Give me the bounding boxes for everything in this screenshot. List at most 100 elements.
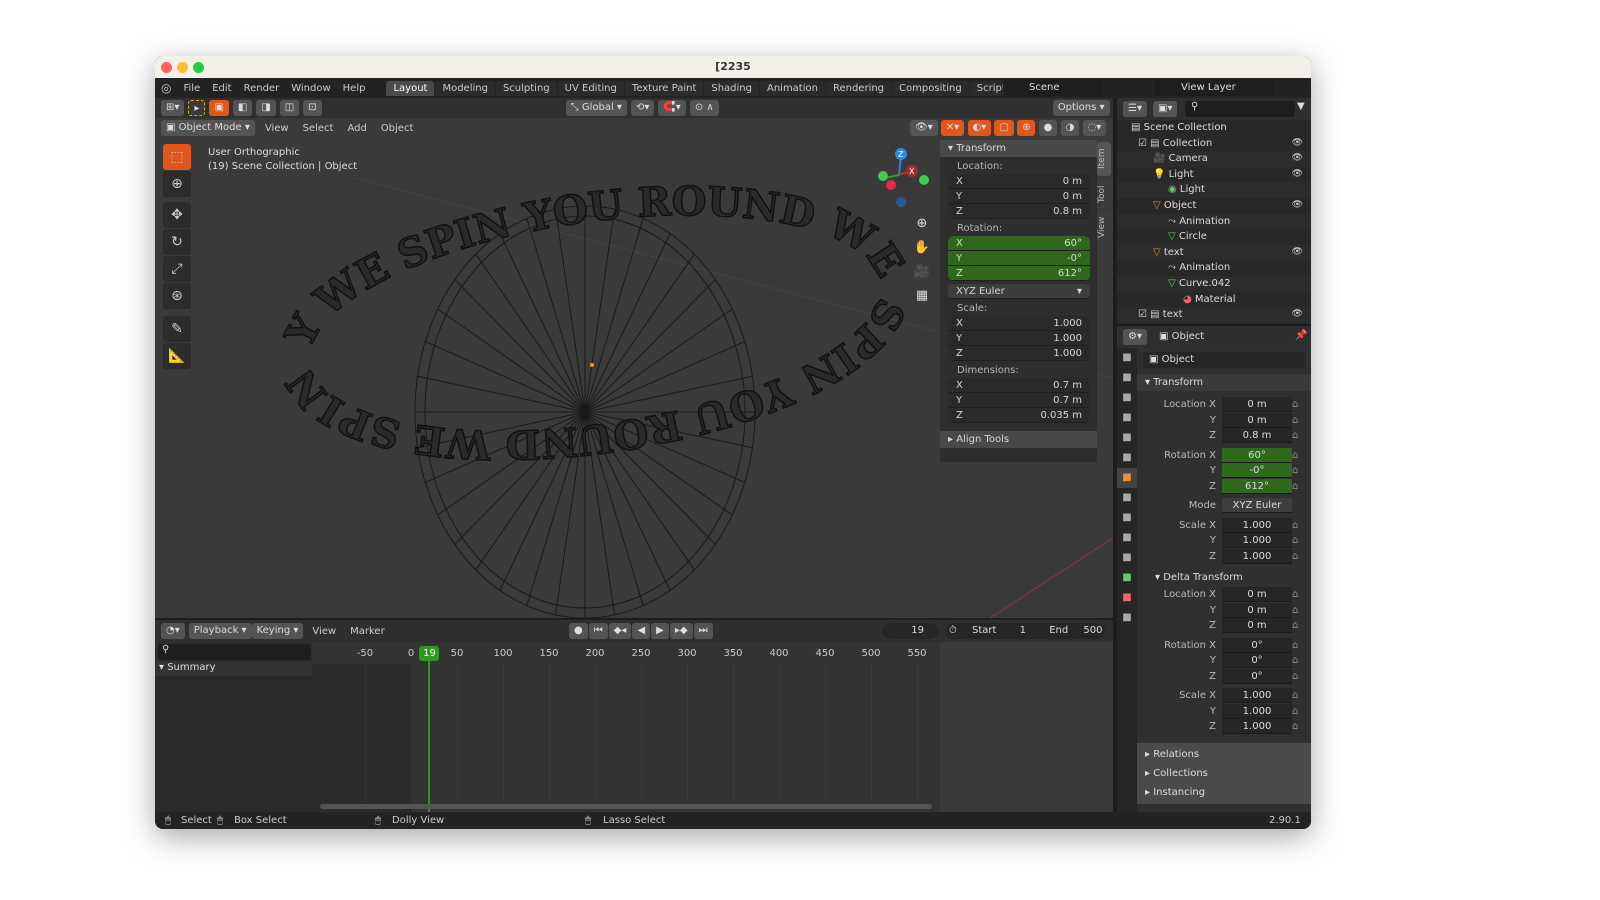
dimensions-y-field[interactable]: Y 0.7 m [948,393,1090,408]
checkbox-icon[interactable]: ☑ [1138,309,1150,320]
eye-icon[interactable]: 👁 [1292,151,1303,167]
scale-y-field[interactable]: Y 1.000 [948,331,1090,346]
view-layer-tab-icon[interactable]: ■ [1117,408,1137,428]
filter-icon[interactable]: ▼ [1297,101,1305,112]
panel-instancing[interactable]: ▸ Instancing [1137,783,1311,802]
eye-icon[interactable]: 👁 [1292,136,1303,152]
timeline-marker-menu[interactable]: Marker [345,626,390,637]
outliner-row-object[interactable]: ▽ Object 👁 [1117,198,1311,214]
scene-tab-icon[interactable]: ■ [1117,428,1137,448]
gizmo-neg-y-axis[interactable] [919,175,929,185]
rotation-mode-dropdown[interactable]: XYZ Euler ▾ [948,284,1090,299]
filter-layer-dropdown[interactable]: ▣▾ [1153,101,1178,117]
transform-panel-header[interactable]: ▾ Transform [940,140,1097,157]
delta-transform-header[interactable]: ▾ Delta Transform [1137,568,1311,587]
keying-menu[interactable]: Keying ▾ [251,623,304,639]
lock-icon[interactable]: ⌂ [1292,520,1298,531]
playback-menu[interactable]: Playback ▾ [188,623,252,639]
render-tab-icon[interactable]: ■ [1117,368,1137,388]
tab-texture-paint[interactable]: Texture Paint [624,80,704,96]
location-x-field[interactable]: X 0 m [948,174,1090,189]
world-tab-icon[interactable]: ■ [1117,448,1137,468]
delta_scale-field[interactable]: 1.000 [1222,688,1292,704]
outliner-scene-collection[interactable]: ▤ Scene Collection [1117,120,1311,136]
tab-tool[interactable]: Tool [1097,180,1111,208]
outliner-row-collection[interactable]: ☑ ▤ Collection 👁 [1117,136,1311,152]
object-name-field[interactable]: ▣ Object [1143,352,1305,368]
lock-icon[interactable]: ⌂ [1292,671,1298,682]
play-button[interactable]: ▶ [651,623,669,639]
lock-icon[interactable]: ⌂ [1292,450,1298,461]
rotation-y-field[interactable]: Y -0° [948,251,1090,266]
data-tab-icon[interactable]: ■ [1117,568,1137,588]
align-tools-header[interactable]: ▸ Align Tools [940,431,1097,448]
tab-uv-editing[interactable]: UV Editing [557,80,624,96]
menu-file[interactable]: File [177,83,206,94]
menu-render[interactable]: Render [238,83,286,94]
physics-tab-icon[interactable]: ■ [1117,528,1137,548]
gizmo-neg-z-axis[interactable] [896,197,906,207]
tab-item[interactable]: Item [1097,142,1111,176]
lock-icon[interactable]: ⌂ [1292,399,1298,410]
scale-field[interactable]: 1.000 [1222,533,1292,549]
dimensions-z-field[interactable]: Z 0.035 m [948,408,1090,423]
gizmo-neg-x-axis[interactable] [886,180,896,190]
keyframe-area[interactable]: -50 0 50 100 150 200 250 300 350 400 450 500 550 19 [312,642,940,812]
menu-help[interactable]: Help [337,83,372,94]
pin-icon[interactable]: 📌 [1295,330,1307,341]
prev-keyframe-button[interactable]: ◆◂ [608,623,632,639]
constraints-tab-icon[interactable]: ■ [1117,548,1137,568]
summary-channel[interactable]: ▾ Summary [155,662,312,676]
delta_rotation-field[interactable]: 0° [1222,653,1292,669]
playhead-line[interactable] [428,650,431,812]
delta_rotation-field[interactable]: 0° [1222,637,1292,653]
3d-viewport[interactable]: ⊞▾ ▸ ▣ ◧ ◨ ◫ ⊡ ⤡ Global ▾ ⟲▾ 🧲▾ ⊙ ∧ Opti… [155,98,1113,618]
tab-compositing[interactable]: Compositing [892,80,969,96]
tab-view[interactable]: View [1097,212,1111,242]
current-frame-field[interactable]: 19 [882,623,938,639]
minimize-window-button[interactable] [177,62,188,73]
play-reverse-button[interactable]: ◀ [632,623,651,639]
outliner-search-input[interactable]: ⚲ [1185,101,1295,117]
navigation-gizmo[interactable]: Z X [878,148,929,207]
zoom-view-icon[interactable]: ⊕ [912,212,932,236]
rotation-z-field[interactable]: Z 612° [948,266,1090,281]
lock-icon[interactable]: ⌂ [1292,551,1298,562]
timeline-search-input[interactable]: ⚲ [158,644,311,660]
lock-icon[interactable]: ⌂ [1292,655,1298,666]
lock-icon[interactable]: ⌂ [1292,535,1298,546]
lock-icon[interactable]: ⌂ [1292,690,1298,701]
close-window-button[interactable] [161,62,172,73]
maximize-window-button[interactable] [193,62,204,73]
location-y-field[interactable]: Y 0 m [948,189,1090,204]
tab-layout[interactable]: Layout [386,80,435,96]
delta_location-field[interactable]: 0 m [1222,587,1292,603]
scale-field[interactable]: 1.000 [1222,548,1292,564]
lock-icon[interactable]: ⌂ [1292,465,1298,476]
location-field[interactable]: 0.8 m [1222,428,1292,444]
timeline[interactable]: ◔▾ Playback ▾ Keying ▾ View Marker ● ⏮ ◆… [155,620,1113,812]
camera-view-icon[interactable]: 🎥 [912,260,932,284]
rotation-mode-dropdown[interactable]: XYZ Euler [1222,498,1292,514]
tab-animation[interactable]: Animation [759,80,825,96]
timeline-editor-type[interactable]: ◔▾ [161,623,185,639]
record-button[interactable]: ● [569,623,588,639]
gizmo-y-axis[interactable] [878,171,888,181]
rotation-x-field[interactable]: X 60° [948,236,1090,251]
lock-icon[interactable]: ⌂ [1292,640,1298,651]
lock-icon[interactable]: ⌂ [1292,620,1298,631]
end-frame-field[interactable]: 500 [1083,625,1102,636]
rotation-field[interactable]: 612° [1222,478,1292,494]
location-field[interactable]: 0 m [1222,412,1292,428]
timeline-view-menu[interactable]: View [307,626,341,637]
outliner-row-text[interactable]: ▽ text 👁 [1117,244,1311,261]
particles-tab-icon[interactable]: ■ [1117,508,1137,528]
outliner-row-camera[interactable]: 🎥 Camera 👁 [1117,151,1311,167]
lock-icon[interactable]: ⌂ [1292,605,1298,616]
rotation-field[interactable]: -0° [1222,463,1292,479]
delta_scale-field[interactable]: 1.000 [1222,719,1292,735]
scale-x-field[interactable]: X 1.000 [948,316,1090,331]
transform-section-header[interactable]: ▾ Transform [1137,374,1311,391]
jump-start-button[interactable]: ⏮ [588,623,608,639]
properties-editor-type[interactable]: ⚙▾ [1123,329,1147,345]
